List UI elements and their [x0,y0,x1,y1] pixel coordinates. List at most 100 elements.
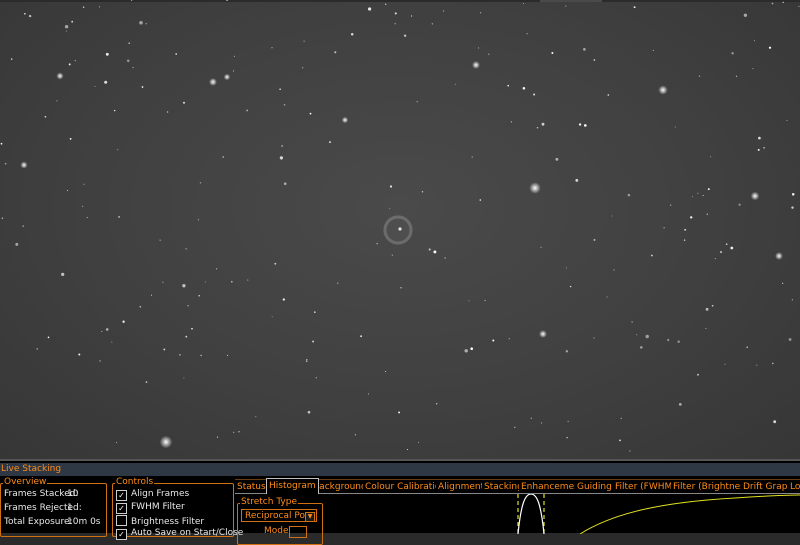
star [175,53,178,55]
star [782,282,784,284]
star [472,61,480,69]
star [306,359,308,361]
star [791,206,794,209]
align-frames-checkbox[interactable]: ✓ Align Frames [116,489,189,501]
star [98,6,101,8]
star [627,193,631,197]
star [350,33,354,36]
star [514,426,516,428]
star [61,272,65,277]
tab-log[interactable]: Lo [788,479,800,493]
star [314,311,316,313]
star [56,100,58,102]
star [301,67,304,69]
star [698,75,700,77]
star [416,101,418,103]
star [182,101,186,104]
brightness-filter-checkbox[interactable]: Brightness Filter [116,515,204,528]
star [526,33,528,35]
star [271,316,273,318]
stacked-image-viewer[interactable] [0,0,800,459]
star [68,63,71,66]
star [117,149,119,151]
tab-histogram[interactable]: Histogram [266,478,319,494]
star [86,217,88,218]
star [139,305,142,308]
star [282,298,285,301]
star [159,435,173,449]
star [606,296,608,298]
star [677,340,680,343]
star [428,248,431,251]
star [151,294,153,296]
star [303,40,305,42]
star [385,370,387,373]
star [798,5,800,7]
star [36,348,38,350]
star [360,335,363,338]
star [389,185,393,188]
histogram-graph[interactable] [235,494,800,534]
star [24,12,26,15]
auto-save-checkbox[interactable]: ✓ Auto Save on Start/Close [116,528,243,540]
star [398,411,401,414]
star [697,192,699,194]
star [226,0,229,1]
star [65,30,67,32]
fwhm-filter-checkbox[interactable]: ✓ FWHM Filter [116,502,185,514]
total-exposure-value: 10m 0s [67,517,101,527]
tab-filter-fwhm[interactable]: Filter (FWHM) [613,479,679,493]
star [670,204,672,206]
star [593,59,596,61]
star [743,13,748,17]
star [312,340,315,343]
star [752,68,754,70]
star [758,136,761,140]
star [44,115,47,118]
frames-rejected-value: 1 [67,503,73,513]
star [132,67,134,69]
star [4,162,7,165]
star [768,46,772,49]
star [706,213,708,215]
star [233,55,235,57]
tab-status[interactable]: Status [235,479,269,493]
star [209,78,217,86]
live-stacking-panel: Live Stacking Overview Frames Stacked: 1… [0,459,800,545]
star [540,422,543,424]
star [78,353,81,356]
star [593,337,595,339]
star [629,450,631,452]
star [115,441,118,444]
star [64,25,69,29]
star [307,410,311,414]
star [82,205,84,207]
star [141,86,144,88]
star [678,403,682,406]
tab-guiding[interactable]: Guiding [575,479,615,493]
star [279,88,281,90]
tab-background[interactable]: Background [311,479,370,493]
star [645,334,649,339]
star [222,156,224,158]
star [238,431,240,433]
star [565,5,567,7]
star [145,23,147,25]
star [69,137,72,140]
star [255,416,257,418]
star [508,338,510,340]
star [417,441,420,443]
star [199,182,202,184]
tab-alignment[interactable]: Alignment [436,479,488,493]
star [105,328,109,331]
star [334,51,337,54]
star [529,182,541,194]
star [354,434,357,436]
star [522,87,526,90]
star [283,103,286,106]
star [593,238,596,241]
star [376,243,378,245]
nebula [383,215,413,245]
star [101,330,103,333]
star [731,52,734,55]
